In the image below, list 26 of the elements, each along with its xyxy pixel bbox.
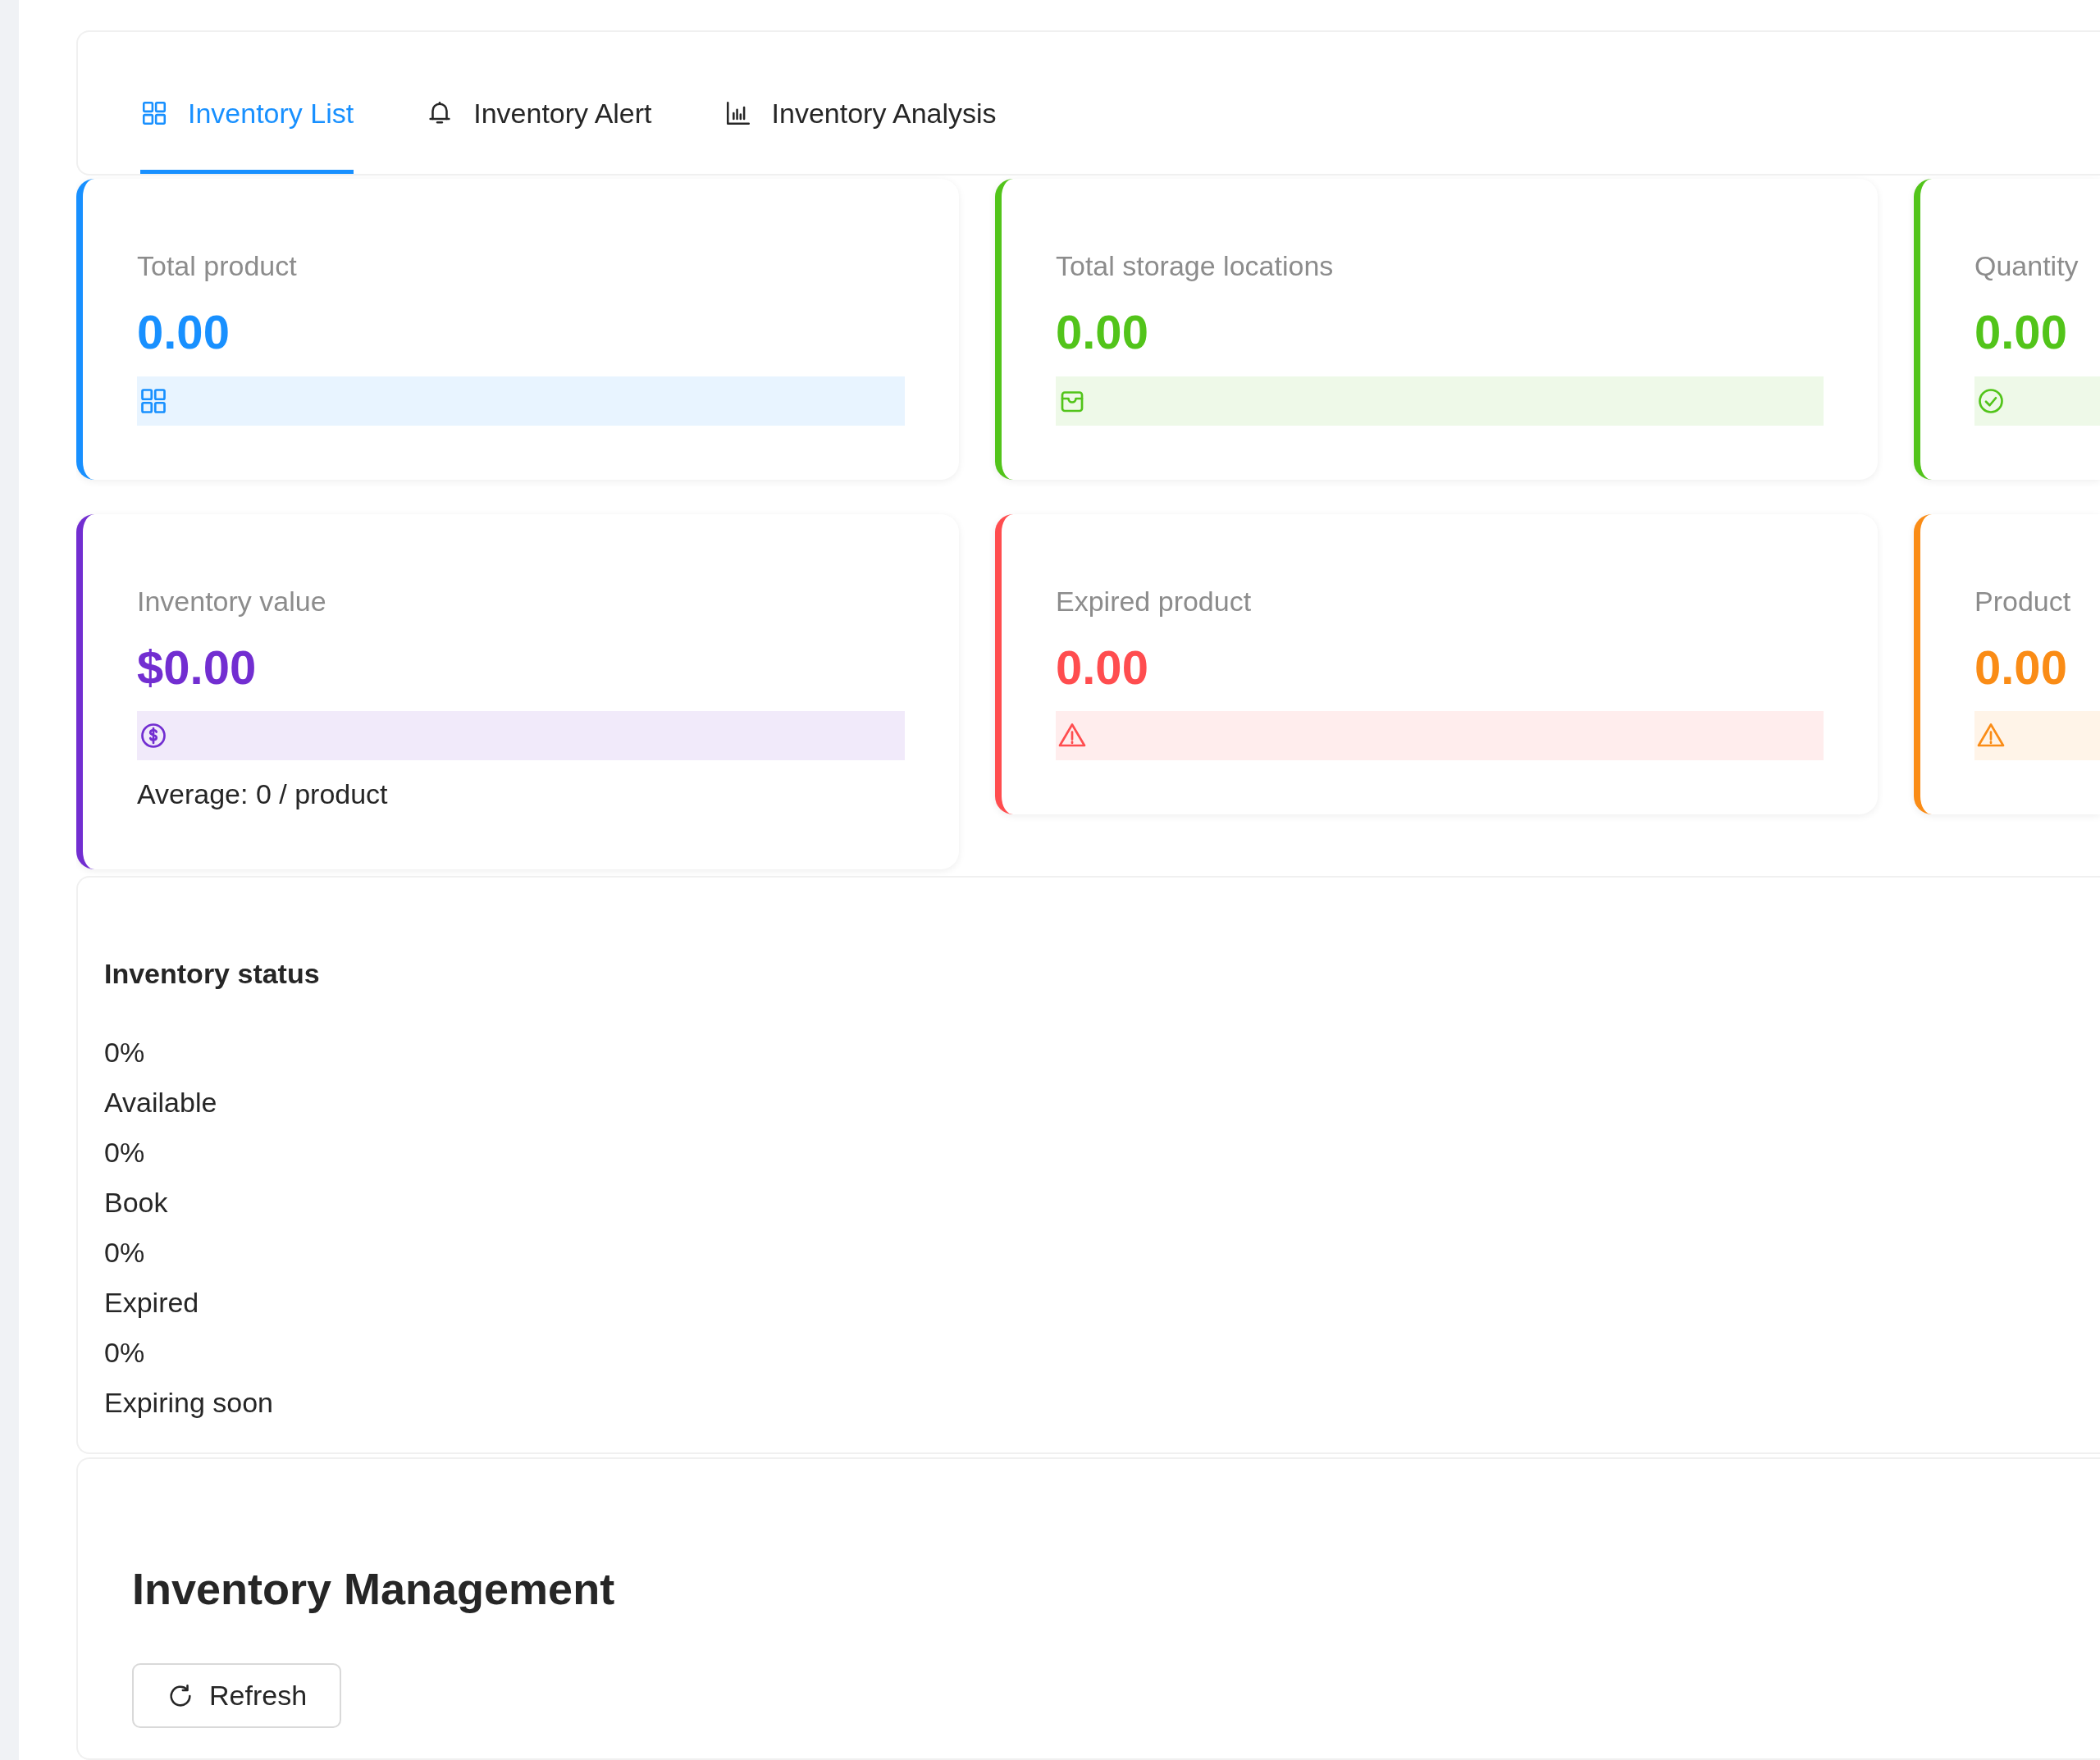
stat-label: Quantity <box>1974 249 2079 283</box>
stat-value: 0.00 <box>1974 641 2068 694</box>
refresh-button[interactable]: Refresh <box>132 1663 342 1729</box>
stat-value: 0.00 <box>1974 305 2068 358</box>
stat-note: Average: 0 / product <box>137 777 389 812</box>
status-percent: 0% <box>104 1336 146 1370</box>
stat-label: Total product <box>137 249 298 283</box>
stat-label: Expired product <box>1056 584 1253 618</box>
tab[interactable]: Inventory Analysis <box>724 78 997 175</box>
stat-value: 0.00 <box>1056 641 1149 694</box>
status-percent: 0% <box>104 1036 146 1070</box>
stat-label: Total storage locations <box>1056 249 1335 283</box>
status-label: Available <box>104 1086 218 1120</box>
status-label: Expired <box>104 1286 200 1320</box>
status-label: Book <box>104 1186 169 1220</box>
stat-label: Inventory value <box>137 584 327 618</box>
tab[interactable]: Inventory Alert <box>426 78 652 175</box>
stat-label: Product <box>1974 584 2072 618</box>
status-percent: 0% <box>104 1136 146 1170</box>
section-title: Inventory status <box>104 957 321 992</box>
status-label: Expiring soon <box>104 1386 274 1420</box>
stat-value: 0.00 <box>137 305 231 358</box>
stat-value: 0.00 <box>1056 305 1149 358</box>
section-heading: Inventory Management <box>132 1563 616 1616</box>
status-percent: 0% <box>104 1236 146 1270</box>
stat-value: $0.00 <box>137 641 258 694</box>
